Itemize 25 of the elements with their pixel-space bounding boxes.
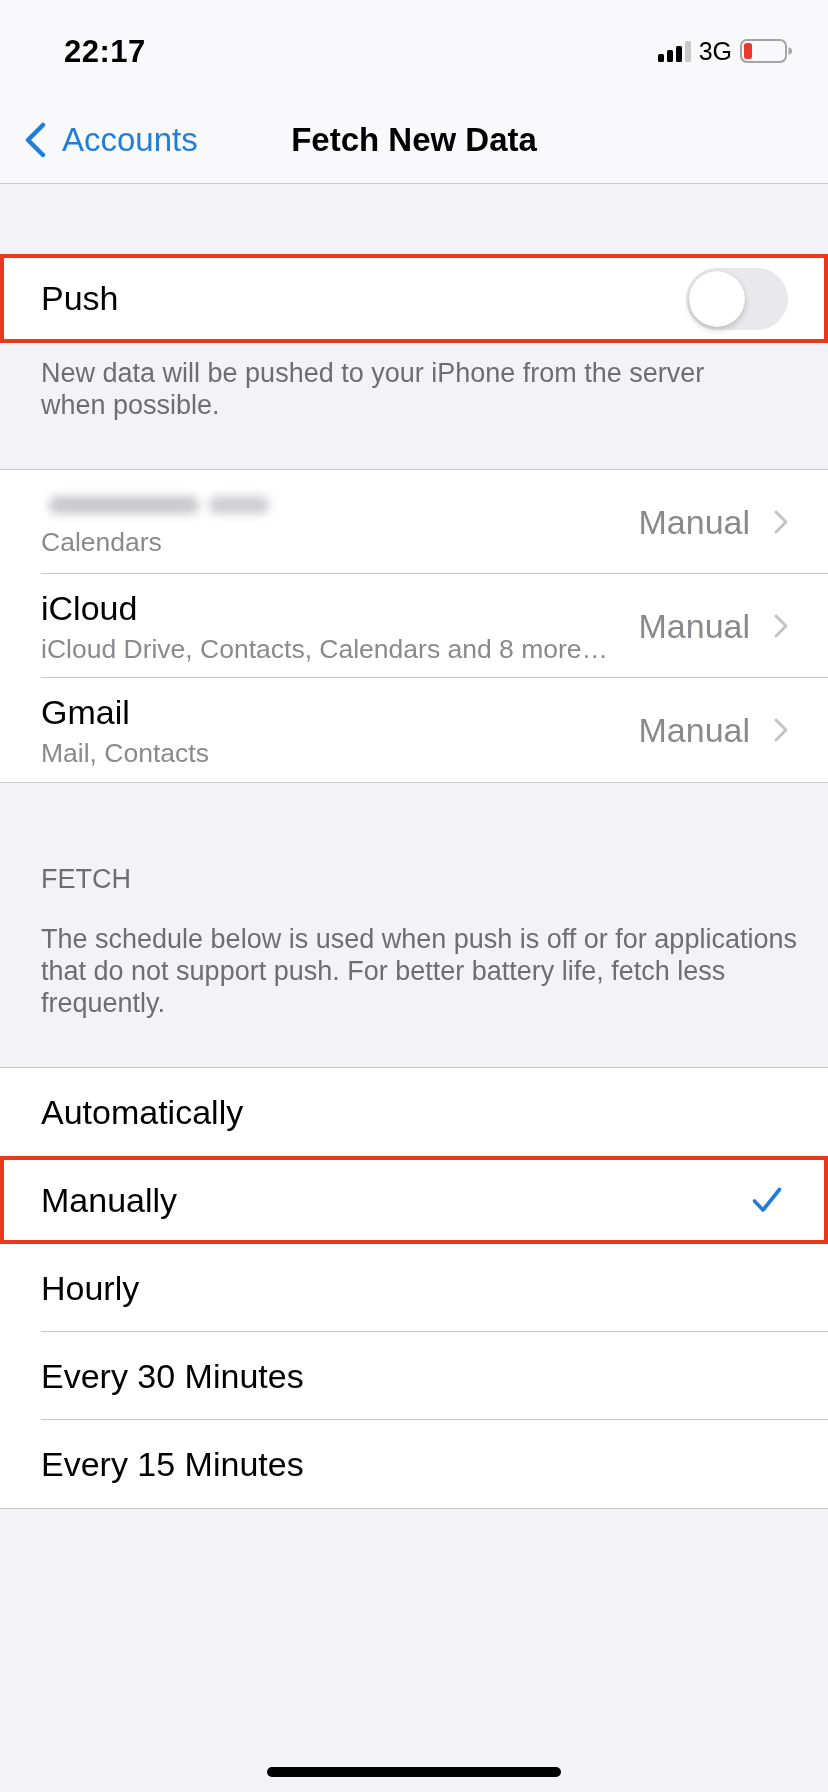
- push-label: Push: [41, 278, 119, 319]
- push-footnote: New data will be pushed to your iPhone from the server when possible.: [40, 357, 706, 421]
- account-name: iCloud: [41, 587, 139, 629]
- account-services: Mail, Contacts: [41, 737, 209, 769]
- chevron-right-icon: [774, 614, 788, 638]
- push-toggle[interactable]: [686, 267, 788, 330]
- network-type: 3G: [698, 38, 732, 64]
- account-services: Calendars: [41, 527, 163, 558]
- fetch-mode-value: Manual: [638, 501, 750, 543]
- signal-icon: [657, 40, 691, 62]
- fetch-option[interactable]: Manually: [0, 1156, 828, 1244]
- back-chevron-icon: [24, 121, 46, 158]
- chevron-right-icon: [774, 510, 788, 534]
- fetch-mode-value: Manual: [638, 709, 750, 751]
- chevron-right-icon: [774, 718, 788, 742]
- battery-icon: [740, 39, 792, 63]
- account-name: Gmail: [41, 691, 131, 733]
- page-title: Fetch New Data: [291, 119, 537, 160]
- section-description: The schedule below is used when push is off or for applications that do not support push. For better battery life, fetch less frequently.: [40, 923, 798, 1019]
- status-time: 22:17: [64, 35, 146, 67]
- section-header: FETCH: [40, 863, 132, 895]
- back-button[interactable]: Accounts: [0, 119, 198, 160]
- checkmark-icon: [752, 1187, 782, 1213]
- fetch-mode-value: Manual: [638, 605, 750, 647]
- account-services: iCloud Drive, Contacts, Calendars and 8 more…: [41, 633, 609, 665]
